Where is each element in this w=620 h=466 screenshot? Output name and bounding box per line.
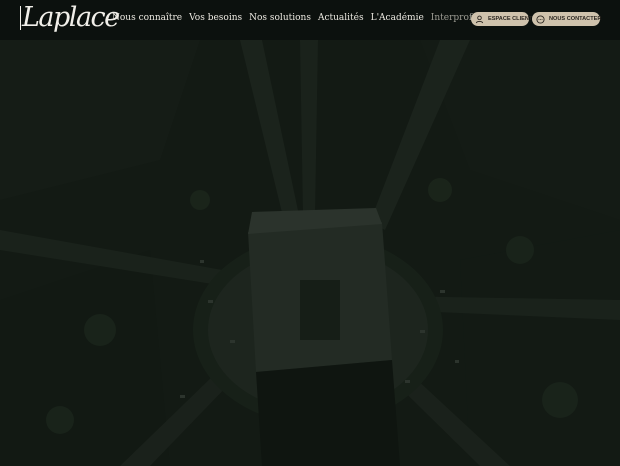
main-navigation: Nous connaître Vos besoins Nos solutions…: [112, 13, 527, 23]
chat-bubble-icon: [536, 14, 545, 24]
espace-client-button[interactable]: ESPACE CLIENT: [471, 12, 533, 26]
nav-item-nous-connaitre[interactable]: Nous connaître: [112, 13, 182, 23]
laplace-logo[interactable]: Laplace: [20, 2, 120, 38]
site-header: Laplace Nous connaître Vos besoins Nos s…: [0, 0, 620, 40]
hero-background-image: [0, 0, 620, 466]
nav-item-nos-solutions[interactable]: Nos solutions: [249, 13, 311, 23]
paris-arc-de-triomphe-aerial-image: [0, 0, 620, 466]
espace-client-label: ESPACE CLIENT: [488, 16, 533, 22]
nous-contacter-button[interactable]: NOUS CONTACTER: [532, 12, 602, 26]
nav-item-academie[interactable]: L'Académie: [371, 13, 424, 23]
logo-wordmark: Laplace: [22, 2, 120, 33]
nous-contacter-label: NOUS CONTACTER: [549, 16, 602, 22]
nav-item-vos-besoins[interactable]: Vos besoins: [189, 13, 242, 23]
nav-item-actualites[interactable]: Actualités: [318, 13, 364, 23]
logo-mark: [20, 6, 21, 30]
user-icon: [475, 15, 484, 24]
